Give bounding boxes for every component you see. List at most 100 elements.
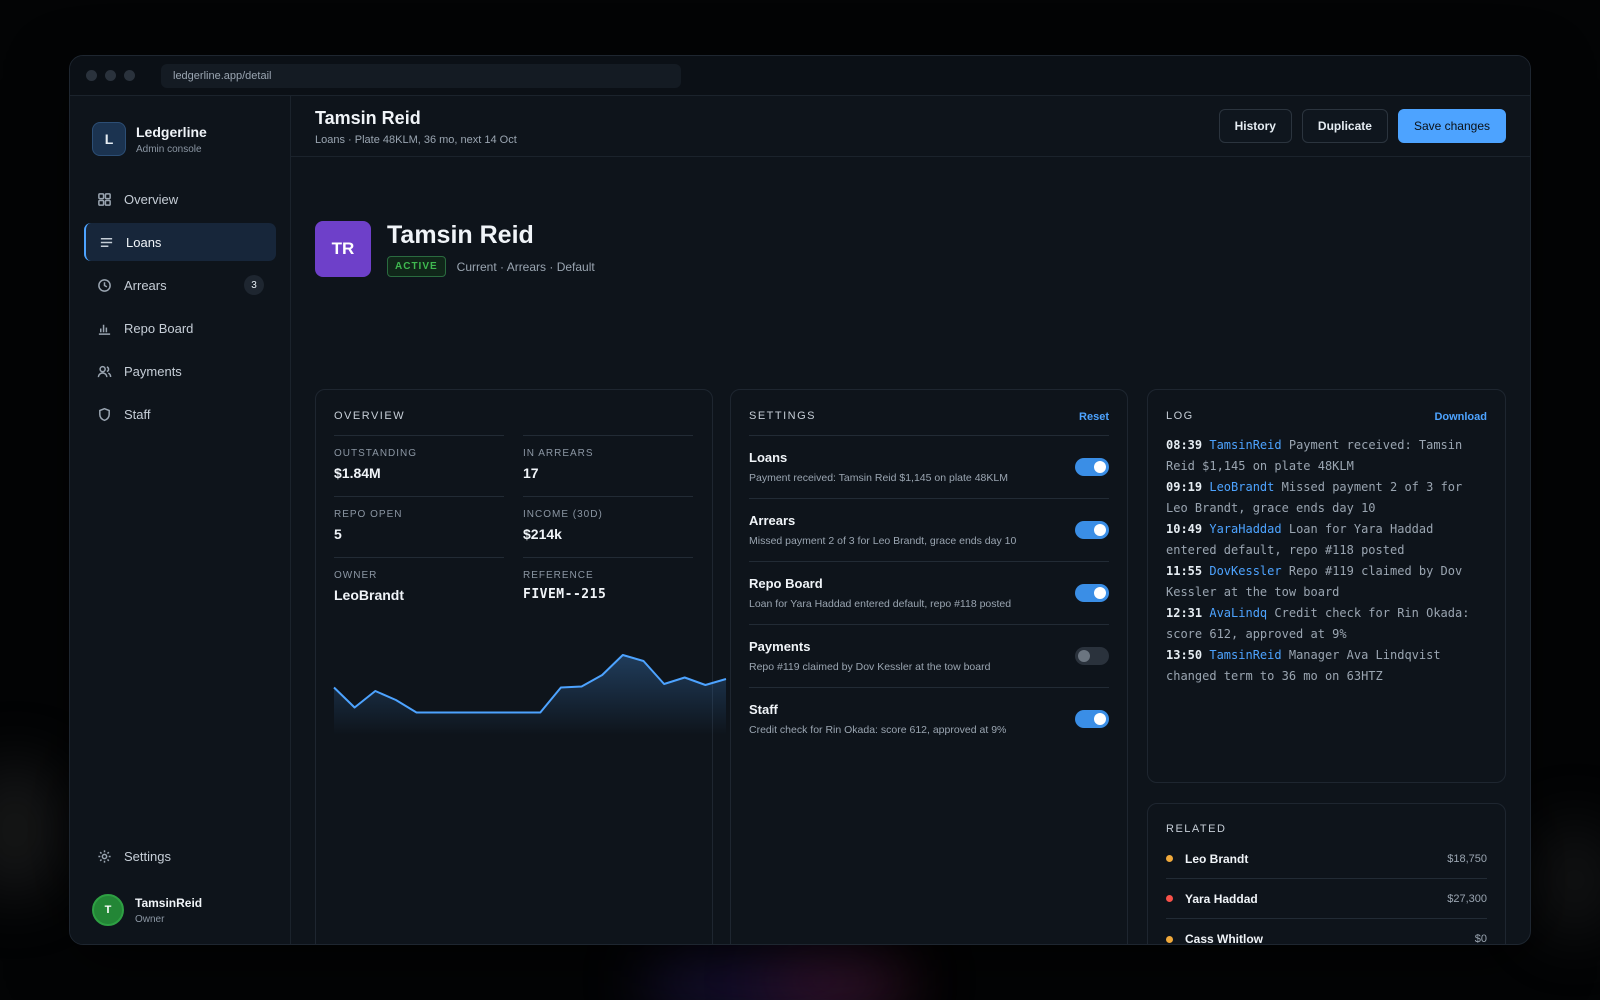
related-name: Leo Brandt xyxy=(1185,851,1249,866)
stat-outstanding: OUTSTANDING $1.84M xyxy=(334,435,504,496)
stat-label: OWNER xyxy=(334,570,378,581)
duplicate-button[interactable]: Duplicate xyxy=(1301,109,1388,143)
log-entry: 10:49 YaraHaddad Loan for Yara Haddad en… xyxy=(1166,519,1487,561)
sidebar-item-label: Settings xyxy=(124,848,171,864)
user-role: Owner xyxy=(135,913,165,925)
sidebar-item-label: Loans xyxy=(126,234,162,250)
log-user[interactable]: TamsinReid xyxy=(1209,438,1281,452)
log-user[interactable]: DovKessler xyxy=(1209,564,1281,578)
window-zoom-dot[interactable] xyxy=(124,70,135,81)
setting-description: Credit check for Rin Okada: score 612, a… xyxy=(749,724,1007,736)
shield-icon xyxy=(96,406,112,422)
page-header: Tamsin Reid Loans · Plate 48KLM, 36 mo, … xyxy=(291,96,1530,157)
setting-title: Staff xyxy=(749,702,778,717)
setting-row-repo-board: Repo Board Loan for Yara Haddad entered … xyxy=(749,561,1109,624)
settings-title: SETTINGS xyxy=(749,410,817,422)
sidebar-item-overview[interactable]: Overview xyxy=(84,180,276,218)
log-user[interactable]: TamsinReid xyxy=(1209,648,1281,662)
url-bar[interactable]: ledgerline.app/detail xyxy=(161,63,681,88)
log-time: 11:55 xyxy=(1166,564,1203,578)
log-text: Manager Ava Lindqvist changed term to 36… xyxy=(1166,648,1441,683)
sidebar-item-label: Overview xyxy=(124,191,179,207)
setting-title: Loans xyxy=(749,450,788,465)
log-time: 10:49 xyxy=(1166,522,1203,536)
avatar: T xyxy=(92,894,124,926)
header-actions: History Duplicate Save changes xyxy=(1218,109,1506,143)
related-item[interactable]: Yara Haddad $27,300 xyxy=(1166,879,1487,919)
sidebar-item-loans[interactable]: Loans xyxy=(84,223,276,261)
stat-value: 17 xyxy=(523,465,539,481)
stat-income-30d: INCOME (30D) $214k xyxy=(523,496,693,557)
main-content: Tamsin Reid Loans · Plate 48KLM, 36 mo, … xyxy=(291,96,1530,944)
setting-description: Repo #119 claimed by Dov Kessler at the … xyxy=(749,661,991,673)
sidebar-nav: Overview Loans Arrears 3 Repo Board Paym… xyxy=(70,180,290,433)
log-card: LOG Download 08:39 TamsinReid Payment re… xyxy=(1147,389,1506,783)
stat-value: $214k xyxy=(523,526,562,542)
list-icon xyxy=(98,234,114,250)
sidebar-item-repo-board[interactable]: Repo Board xyxy=(84,309,276,347)
stat-value: LeoBrandt xyxy=(334,587,404,603)
log-time: 08:39 xyxy=(1166,438,1203,452)
sparkline-area xyxy=(334,655,726,735)
related-title: RELATED xyxy=(1166,823,1227,835)
reset-link[interactable]: Reset xyxy=(1079,411,1109,423)
stat-owner: OWNER LeoBrandt xyxy=(334,557,504,618)
status-badge: ACTIVE xyxy=(387,256,446,277)
brand: L Ledgerline Admin console xyxy=(70,96,290,156)
status-dot xyxy=(1166,895,1173,902)
brand-subtitle: Admin console xyxy=(136,143,202,155)
setting-row-loans: Loans Payment received: Tamsin Reid $1,1… xyxy=(749,435,1109,498)
sidebar-item-label: Payments xyxy=(124,363,182,379)
log-user[interactable]: LeoBrandt xyxy=(1209,480,1274,494)
sidebar-item-label: Repo Board xyxy=(124,320,194,336)
staff-toggle[interactable] xyxy=(1075,710,1109,728)
history-button[interactable]: History xyxy=(1218,109,1292,143)
arrears-count-badge: 3 xyxy=(244,275,264,295)
bar-chart-icon xyxy=(96,320,112,336)
arrears-toggle[interactable] xyxy=(1075,521,1109,539)
log-user[interactable]: AvaLindq xyxy=(1209,606,1267,620)
stat-in-arrears: IN ARREARS 17 xyxy=(523,435,693,496)
sidebar-item-label: Arrears xyxy=(124,277,167,293)
stat-value: 5 xyxy=(334,526,342,542)
stat-value: $1.84M xyxy=(334,465,381,481)
title-bar: ledgerline.app/detail xyxy=(70,56,1530,96)
sidebar-item-settings[interactable]: Settings xyxy=(84,837,276,875)
related-item[interactable]: Leo Brandt $18,750 xyxy=(1166,839,1487,879)
overview-sparkline xyxy=(333,654,727,735)
setting-title: Payments xyxy=(749,639,811,654)
log-entry: 11:55 DovKessler Repo #119 claimed by Do… xyxy=(1166,561,1487,603)
sidebar: L Ledgerline Admin console Overview Loan… xyxy=(70,96,291,944)
loans-toggle[interactable] xyxy=(1075,458,1109,476)
clock-icon xyxy=(96,277,112,293)
log-entry: 08:39 TamsinReid Payment received: Tamsi… xyxy=(1166,435,1487,477)
sidebar-item-arrears[interactable]: Arrears 3 xyxy=(84,266,276,304)
sidebar-footer: Settings T TamsinReid Owner xyxy=(70,837,290,944)
app-window: ledgerline.app/detail L Ledgerline Admin… xyxy=(69,55,1531,945)
log-user[interactable]: YaraHaddad xyxy=(1209,522,1281,536)
sidebar-item-staff[interactable]: Staff xyxy=(84,395,276,433)
sidebar-item-payments[interactable]: Payments xyxy=(84,352,276,390)
window-close-dot[interactable] xyxy=(86,70,97,81)
related-amount: $18,750 xyxy=(1447,852,1487,865)
overview-title: OVERVIEW xyxy=(334,410,406,422)
user-profile[interactable]: T TamsinReid Owner xyxy=(84,880,276,926)
stat-reference: REFERENCE FIVEM--215 xyxy=(523,557,693,618)
setting-title: Arrears xyxy=(749,513,796,528)
overview-stats: OUTSTANDING $1.84M IN ARREARS 17 REPO OP… xyxy=(334,435,696,618)
setting-row-staff: Staff Credit check for Rin Okada: score … xyxy=(749,687,1109,750)
log-entries: 08:39 TamsinReid Payment received: Tamsi… xyxy=(1166,435,1487,687)
status-dot xyxy=(1166,935,1173,943)
overview-card: OVERVIEW OUTSTANDING $1.84M IN ARREARS 1… xyxy=(315,389,727,944)
log-time: 12:31 xyxy=(1166,606,1203,620)
window-minimize-dot[interactable] xyxy=(105,70,116,81)
related-amount: $27,300 xyxy=(1447,892,1487,905)
payments-toggle[interactable] xyxy=(1075,647,1109,665)
download-link[interactable]: Download xyxy=(1434,411,1487,423)
users-icon xyxy=(96,363,112,379)
repo-board-toggle[interactable] xyxy=(1075,584,1109,602)
related-item[interactable]: Cass Whitlow $0 xyxy=(1166,919,1487,944)
settings-card: SETTINGS Reset Loans Payment received: T… xyxy=(730,389,1128,944)
save-changes-button[interactable]: Save changes xyxy=(1397,109,1506,143)
sidebar-item-label: Staff xyxy=(124,406,151,422)
